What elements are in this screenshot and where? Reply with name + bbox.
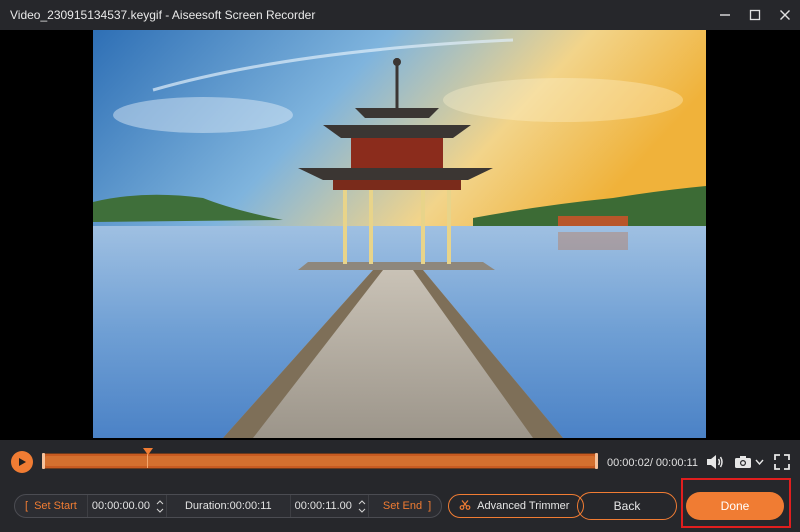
advanced-trimmer-label: Advanced Trimmer bbox=[477, 500, 570, 512]
start-time-value: 00:00:00.00 bbox=[91, 500, 150, 512]
trim-controls: [ Set Start 00:00:00.00 Duration:00:00:1… bbox=[14, 494, 443, 518]
trim-start-handle[interactable] bbox=[42, 453, 45, 469]
done-button[interactable]: Done bbox=[686, 492, 784, 520]
end-time-field[interactable]: 00:00:11.00 bbox=[289, 495, 356, 517]
window-controls bbox=[710, 0, 800, 30]
title-bar: Video_230915134537.keygif - Aiseesoft Sc… bbox=[0, 0, 800, 30]
set-end-button[interactable]: Set End ] bbox=[367, 495, 441, 517]
maximize-icon[interactable] bbox=[740, 0, 770, 30]
camera-icon[interactable] bbox=[732, 451, 754, 473]
playhead[interactable] bbox=[143, 448, 153, 455]
bracket-right-icon: ] bbox=[428, 500, 432, 512]
advanced-trimmer-button[interactable]: Advanced Trimmer bbox=[448, 494, 585, 518]
minimize-icon[interactable] bbox=[710, 0, 740, 30]
chevron-down-icon bbox=[156, 508, 164, 513]
trim-end-handle[interactable] bbox=[595, 453, 598, 469]
video-preview-image bbox=[93, 30, 706, 438]
start-time-stepper[interactable] bbox=[154, 495, 166, 517]
playhead-line bbox=[147, 454, 148, 468]
trim-bar: [ Set Start 00:00:00.00 Duration:00:00:1… bbox=[14, 494, 585, 518]
play-icon[interactable] bbox=[11, 451, 33, 473]
end-time-stepper[interactable] bbox=[356, 495, 368, 517]
chevron-down-icon[interactable] bbox=[754, 454, 764, 470]
set-start-label: Set Start bbox=[34, 500, 77, 512]
set-end-label: Set End bbox=[382, 500, 423, 512]
scissors-icon bbox=[459, 499, 471, 513]
duration-value: Duration:00:00:11 bbox=[184, 500, 272, 512]
back-button[interactable]: Back bbox=[577, 492, 677, 520]
chevron-up-icon bbox=[156, 499, 164, 504]
fullscreen-icon[interactable] bbox=[772, 452, 792, 472]
duration-display: Duration:00:00:11 bbox=[165, 495, 290, 517]
playback-controls: 00:00:02/ 00:00:11 [ Set Start 00:00:00.… bbox=[0, 440, 800, 532]
start-time-field[interactable]: 00:00:00.00 bbox=[86, 495, 154, 517]
close-icon[interactable] bbox=[770, 0, 800, 30]
trim-range bbox=[45, 456, 595, 466]
chevron-down-icon bbox=[358, 508, 366, 513]
video-frame[interactable] bbox=[93, 30, 706, 438]
chevron-up-icon bbox=[358, 499, 366, 504]
bracket-left-icon: [ bbox=[25, 500, 29, 512]
volume-icon[interactable] bbox=[704, 451, 726, 473]
timeline-track[interactable] bbox=[42, 448, 598, 469]
set-start-button[interactable]: [ Set Start bbox=[15, 495, 87, 517]
window-title: Video_230915134537.keygif - Aiseesoft Sc… bbox=[10, 8, 316, 22]
done-label: Done bbox=[720, 499, 750, 513]
back-label: Back bbox=[613, 499, 641, 513]
time-readout: 00:00:02/ 00:00:11 bbox=[607, 457, 698, 469]
video-viewer bbox=[0, 30, 800, 440]
end-time-value: 00:00:11.00 bbox=[294, 500, 352, 512]
